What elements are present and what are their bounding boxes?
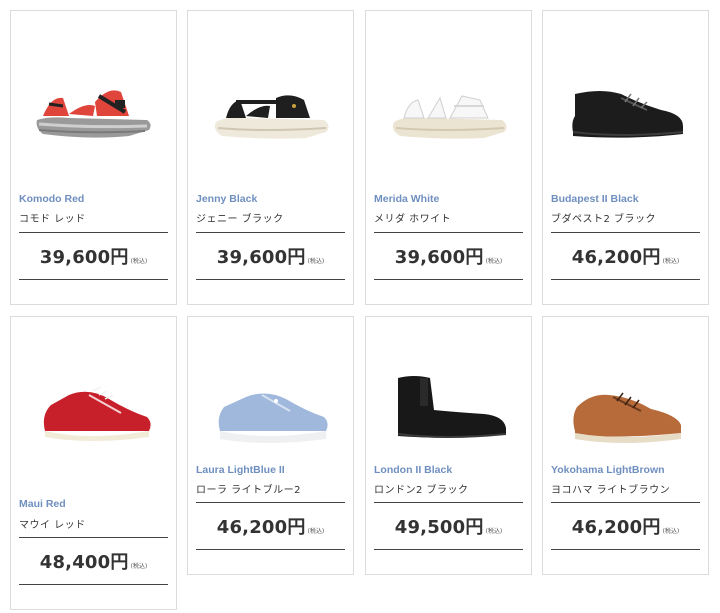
product-name-en[interactable]: Laura LightBlue II bbox=[196, 464, 285, 476]
lightblue-sneaker-icon bbox=[218, 393, 328, 443]
product-card[interactable]: Merida White メリダ ホワイト 39,600円 (税込) bbox=[365, 10, 532, 305]
product-image[interactable] bbox=[196, 66, 345, 156]
product-name-en[interactable]: Budapest II Black bbox=[551, 193, 639, 205]
red-sneaker-icon bbox=[43, 386, 151, 441]
product-image[interactable] bbox=[19, 66, 168, 156]
product-name-jp[interactable]: ジェニー ブラック bbox=[196, 210, 284, 225]
black-leather-shoe-icon bbox=[571, 91, 683, 138]
product-name-jp[interactable]: ローラ ライトブルー2 bbox=[196, 481, 301, 496]
tax-label: (税込) bbox=[485, 527, 503, 535]
product-price: 39,600円 bbox=[394, 247, 484, 268]
product-card[interactable]: London II Black ロンドン2 ブラック 49,500円 (税込) bbox=[365, 316, 532, 575]
product-name-jp[interactable]: マウイ レッド bbox=[19, 516, 86, 531]
product-name-jp[interactable]: メリダ ホワイト bbox=[374, 210, 451, 225]
tax-label: (税込) bbox=[662, 527, 680, 535]
tax-label: (税込) bbox=[307, 257, 325, 265]
product-card[interactable]: Jenny Black ジェニー ブラック 39,600円 (税込) bbox=[187, 10, 354, 305]
product-name-jp[interactable]: ロンドン2 ブラック bbox=[374, 481, 469, 496]
product-image[interactable] bbox=[19, 367, 168, 457]
price-box: 46,200円 (税込) bbox=[196, 502, 345, 550]
price-box: 39,600円 (税込) bbox=[196, 232, 345, 280]
product-price: 39,600円 bbox=[39, 247, 129, 268]
white-strap-sandal-icon bbox=[392, 95, 507, 139]
product-card[interactable]: Yokohama LightBrown ヨコハマ ライトブラウン 46,200円… bbox=[542, 316, 709, 575]
product-card[interactable]: Laura LightBlue II ローラ ライトブルー2 46,200円 (… bbox=[187, 316, 354, 575]
product-name-jp[interactable]: コモド レッド bbox=[19, 210, 86, 225]
product-price: 39,600円 bbox=[216, 247, 306, 268]
product-name-en[interactable]: Komodo Red bbox=[19, 193, 84, 205]
product-price: 48,400円 bbox=[39, 552, 129, 573]
product-card[interactable]: Maui Red マウイ レッド 48,400円 (税込) bbox=[10, 316, 177, 610]
product-price: 46,200円 bbox=[571, 247, 661, 268]
product-image[interactable] bbox=[196, 367, 345, 457]
black-chelsea-boot-icon bbox=[397, 375, 506, 438]
product-price: 46,200円 bbox=[571, 517, 661, 538]
product-name-en[interactable]: Maui Red bbox=[19, 498, 66, 510]
tax-label: (税込) bbox=[485, 257, 503, 265]
brown-leather-shoe-icon bbox=[572, 392, 681, 443]
tax-label: (税込) bbox=[307, 527, 325, 535]
product-card[interactable]: Komodo Red コモド レッド 39,600円 (税込) bbox=[10, 10, 177, 305]
product-name-en[interactable]: London II Black bbox=[374, 464, 452, 476]
price-box: 39,600円 (税込) bbox=[374, 232, 523, 280]
tax-label: (税込) bbox=[662, 257, 680, 265]
red-sport-sandal-icon bbox=[36, 90, 151, 138]
product-name-en[interactable]: Yokohama LightBrown bbox=[551, 464, 665, 476]
product-name-en[interactable]: Merida White bbox=[374, 193, 439, 205]
product-image[interactable] bbox=[374, 362, 523, 452]
black-strap-sandal-icon bbox=[214, 95, 329, 139]
product-name-en[interactable]: Jenny Black bbox=[196, 193, 257, 205]
product-price: 46,200円 bbox=[216, 517, 306, 538]
product-card[interactable]: Budapest II Black ブダペスト2 ブラック 46,200円 (税… bbox=[542, 10, 709, 305]
product-name-jp[interactable]: ヨコハマ ライトブラウン bbox=[551, 481, 670, 496]
tax-label: (税込) bbox=[130, 562, 148, 570]
price-box: 46,200円 (税込) bbox=[551, 502, 700, 550]
tax-label: (税込) bbox=[130, 257, 148, 265]
price-box: 48,400円 (税込) bbox=[19, 537, 168, 585]
product-image[interactable] bbox=[551, 367, 700, 457]
price-box: 39,600円 (税込) bbox=[19, 232, 168, 280]
product-image[interactable] bbox=[374, 66, 523, 156]
product-name-jp[interactable]: ブダペスト2 ブラック bbox=[551, 210, 656, 225]
product-image[interactable] bbox=[551, 66, 700, 156]
price-box: 46,200円 (税込) bbox=[551, 232, 700, 280]
price-box: 49,500円 (税込) bbox=[374, 502, 523, 550]
product-price: 49,500円 bbox=[394, 517, 484, 538]
